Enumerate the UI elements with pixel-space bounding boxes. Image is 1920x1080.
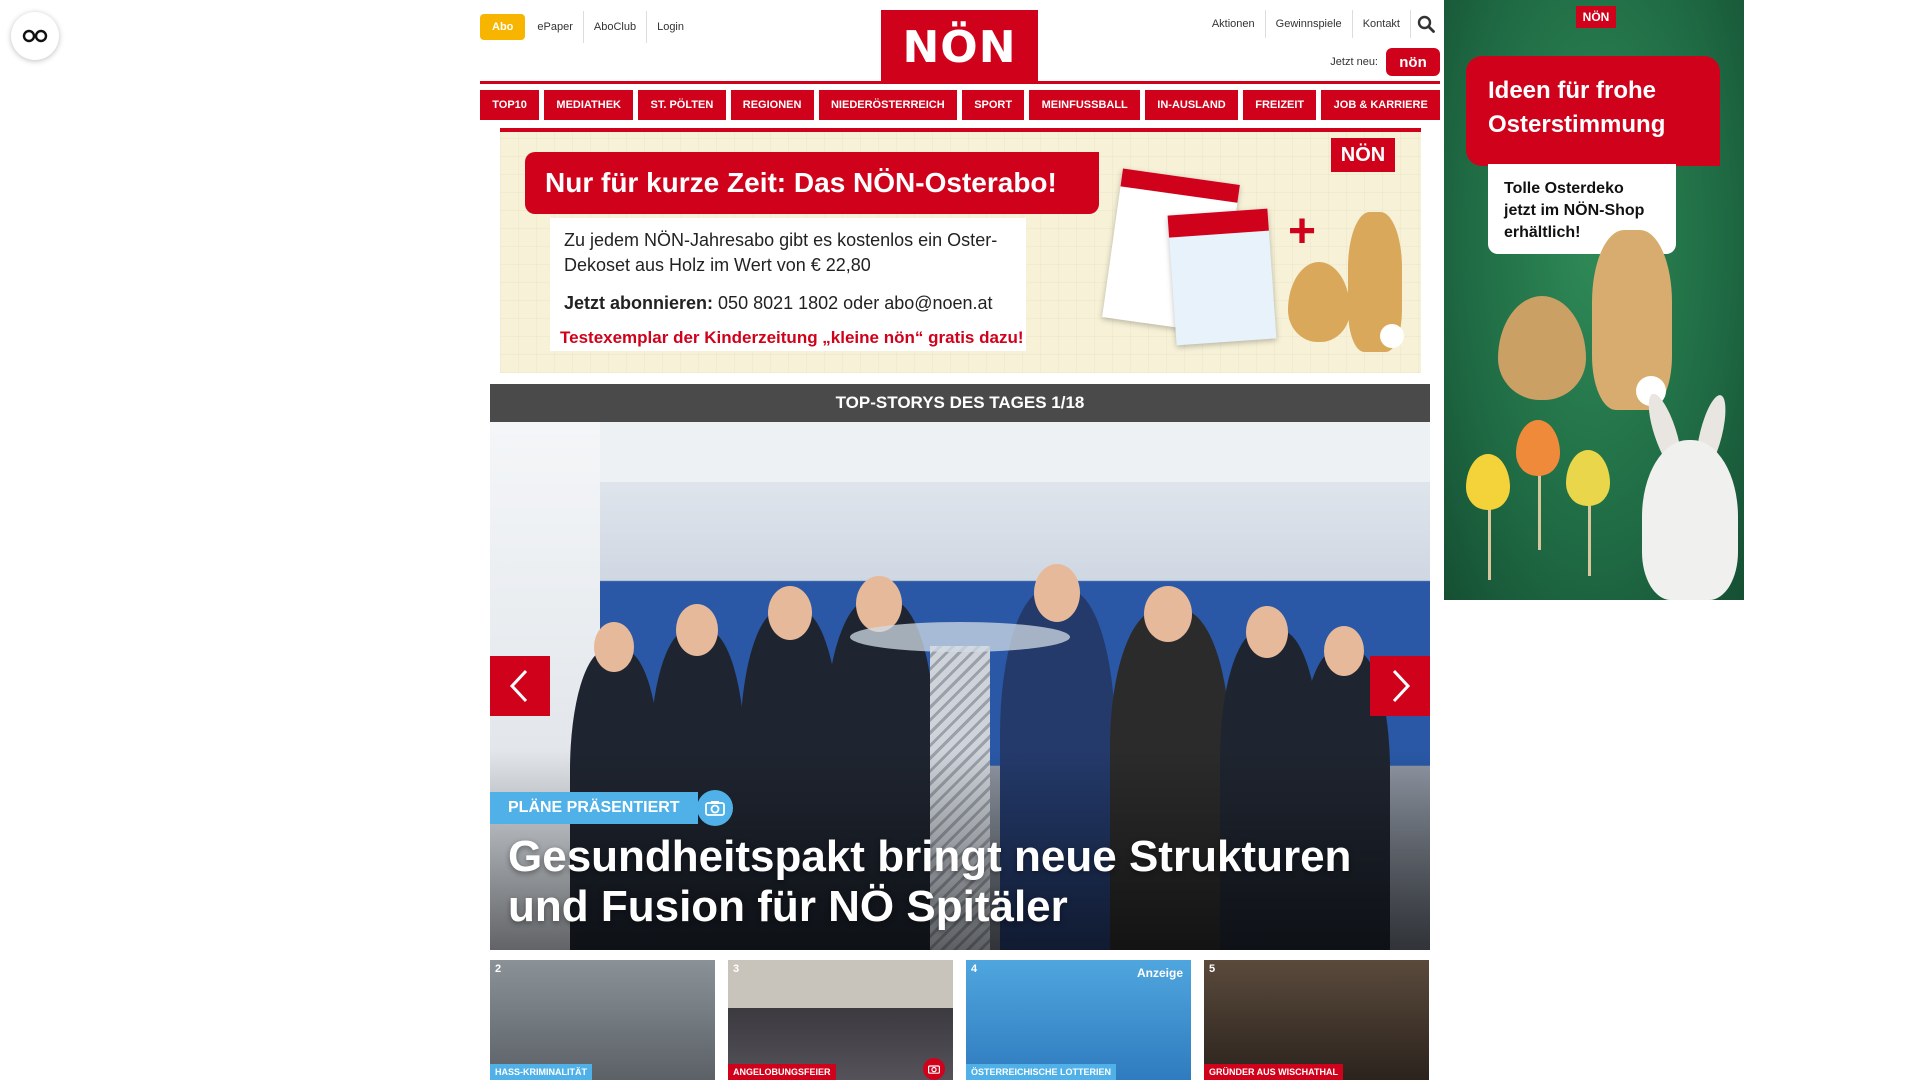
thumb-number: 2 [495,963,502,975]
search-icon [1417,15,1435,33]
wooden-egg-image [1288,262,1350,342]
nav-item-niederoesterreich[interactable]: NIEDERÖSTERREICH [818,90,957,120]
main-nav: TOP10 MEDIATHEK ST. PÖLTEN REGIONEN NIED… [480,90,1441,120]
site-logo[interactable]: NÖN [881,10,1038,84]
hero-photo-ceiling [490,422,1430,482]
camera-icon [705,801,725,816]
side-ad-egg-pick [1466,454,1510,510]
thumb-tag: HASS-KRIMINALITÄT [490,1064,592,1080]
side-ad-egg-image [1498,296,1586,400]
promo-test-offer: Testexemplar der Kinderzeitung „kleine n… [560,328,1024,347]
nav-item-regionen[interactable]: REGIONEN [730,90,814,120]
kleine-noen-badge[interactable]: nön [1386,48,1440,76]
top-links-left: Abo ePaper AboClub Login [480,11,694,43]
nav-item-sport[interactable]: SPORT [961,90,1025,120]
thumb-tag: ÖSTERREICHISCHE LOTTERIEN [966,1064,1117,1080]
side-ad-egg-pick [1566,450,1610,506]
thumb-number: 4 [971,963,978,975]
nav-item-in-ausland[interactable]: IN-AUSLAND [1145,90,1239,120]
thumb-tag: ANGELOBUNGSFEIER [728,1064,836,1080]
story-thumb[interactable]: 2 HASS-KRIMINALITÄT [490,960,715,1080]
camera-icon [928,1065,940,1074]
top-links-right: Aktionen Gewinnspiele Kontakt [1202,10,1440,38]
nav-item-freizeit[interactable]: FREIZEIT [1243,90,1317,120]
site-header: Abo ePaper AboClub Login NÖN Aktionen Ge… [480,0,1440,84]
promo-text: Zu jedem NÖN-Jahresabo gibt es kostenlos… [564,230,998,275]
story-thumb[interactable]: 5 GRÜNDER AUS WISCHATHAL [1204,960,1429,1080]
nav-item-job-karriere[interactable]: JOB & KARRIERE [1321,90,1441,120]
nav-item-meinfussball[interactable]: MEINFUSSBALL [1029,90,1141,120]
jetzt-neu-promo: Jetzt neu: nön [1330,48,1440,76]
glasses-icon [22,29,48,43]
chevron-right-icon [1392,669,1411,703]
promo-body: Zu jedem NÖN-Jahresabo gibt es kostenlos… [550,218,1026,351]
aboclub-link[interactable]: AboClub [582,11,646,43]
search-button[interactable] [1410,10,1440,38]
carousel-prev-button[interactable] [490,656,550,716]
story-thumb[interactable]: 3 ANGELOBUNGSFEIER [728,960,953,1080]
carousel-next-button[interactable] [1370,656,1430,716]
epaper-link[interactable]: ePaper [527,11,582,43]
nav-item-top10[interactable]: TOP10 [480,90,540,120]
site-container: Abo ePaper AboClub Login NÖN Aktionen Ge… [480,0,1441,1080]
promo-abo-line: Jetzt abonnieren: 050 8021 1802 oder abo… [564,293,993,314]
promo-logo: NÖN [1331,138,1395,172]
story-thumb[interactable]: 4 Anzeige ÖSTERREICHISCHE LOTTERIEN [966,960,1191,1080]
osterabo-banner[interactable]: Nur für kurze Zeit: Das NÖN-Osterabo! Zu… [500,128,1421,373]
promo-abo-label: Jetzt abonnieren: [564,293,714,313]
aktionen-link[interactable]: Aktionen [1202,10,1265,38]
plus-icon: + [1288,205,1317,258]
side-ad-banner[interactable]: NÖN Ideen für frohe Osterstimmung Tolle … [1444,0,1744,600]
side-ad-rabbit-image [1642,440,1738,600]
thumb-ad-label: Anzeige [1136,966,1183,980]
side-ad-egg-pick [1516,420,1560,476]
promo-headline: Nur für kurze Zeit: Das NÖN-Osterabo! [525,152,1099,214]
chevron-left-icon [509,669,528,703]
thumb-number: 3 [733,963,740,975]
jetzt-neu-label: Jetzt neu: [1330,56,1378,68]
kinderzeitung-image [1167,208,1277,346]
hero-gallery-badge [697,790,733,826]
hero-story-tag[interactable]: PLÄNE PRÄSENTIERT [490,792,698,824]
top-stories-heading: TOP-STORYS DES TAGES 1/18 [490,384,1430,422]
bunny-tail-image [1380,324,1404,348]
story-thumbnails: 2 HASS-KRIMINALITÄT 3 ANGELOBUNGSFEIER 4… [490,960,1430,1080]
kontakt-link[interactable]: Kontakt [1351,10,1410,38]
promo-abo-contact: 050 8021 1802 oder abo@noen.at [718,293,993,313]
side-ad-logo: NÖN [1576,6,1616,28]
hero-story-title[interactable]: Gesundheitspakt bringt neue Strukturen u… [508,832,1408,932]
thumb-tag: GRÜNDER AUS WISCHATHAL [1204,1064,1343,1080]
side-ad-headline: Ideen für frohe Osterstimmung [1466,56,1720,166]
thumb-gallery-badge [923,1058,945,1080]
abo-button[interactable]: Abo [480,14,526,40]
login-link[interactable]: Login [646,11,694,43]
nav-item-st-poelten[interactable]: ST. PÖLTEN [638,90,726,120]
hero-story[interactable]: PLÄNE PRÄSENTIERT Gesundheitspakt bringt… [490,422,1430,950]
thumb-number: 5 [1209,963,1216,975]
nav-item-mediathek[interactable]: MEDIATHEK [544,90,634,120]
reader-mode-button[interactable] [11,12,59,60]
gewinnspiele-link[interactable]: Gewinnspiele [1264,10,1352,38]
